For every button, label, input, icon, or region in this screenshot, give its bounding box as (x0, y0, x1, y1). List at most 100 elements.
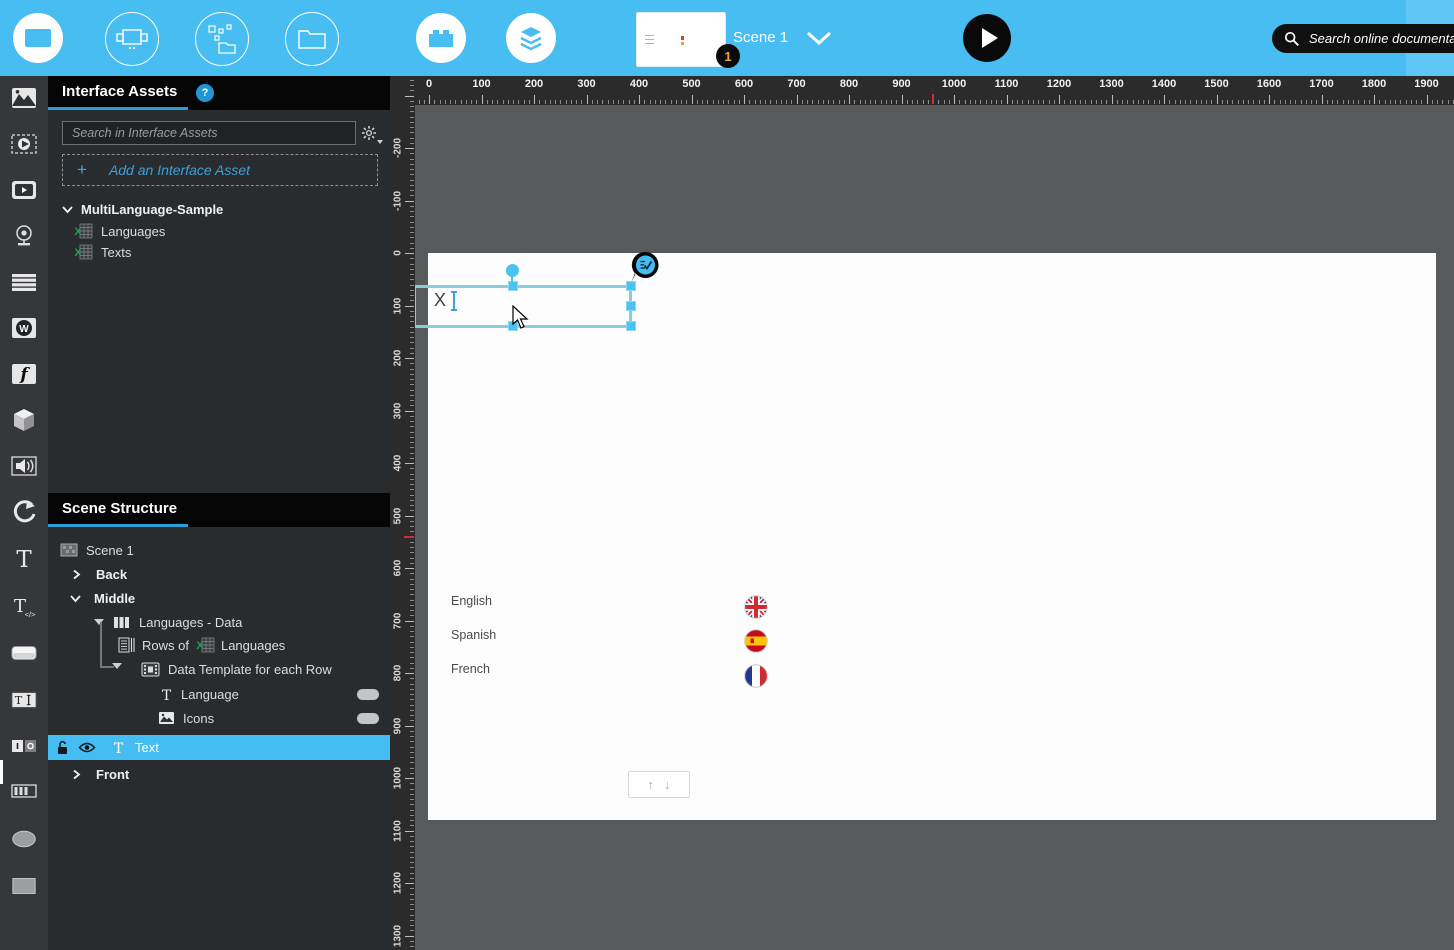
flag-spain-icon[interactable] (744, 629, 768, 653)
asset-webcam-button[interactable] (11, 223, 37, 249)
help-icon[interactable]: ? (196, 84, 214, 102)
asset-animation-button[interactable] (11, 499, 37, 525)
scene-thumbnail[interactable] (636, 12, 726, 67)
binding-pill[interactable] (357, 689, 379, 700)
ruler-tick (1374, 95, 1375, 104)
quick-actions-bubble[interactable] (630, 251, 661, 284)
ss-row-text-selected[interactable]: T Text (48, 735, 390, 760)
svg-text:T: T (15, 694, 23, 707)
ruler-tick (410, 484, 414, 485)
asset-text-document-button[interactable] (11, 269, 37, 295)
scenes-button[interactable] (195, 12, 249, 66)
ruler-tick (1054, 100, 1055, 104)
asset-ellipse-button[interactable] (11, 826, 37, 852)
canvas-pasteboard[interactable]: English Spanish French (415, 105, 1454, 950)
ruler-tick (410, 421, 414, 422)
asset-word-button[interactable]: W (11, 315, 37, 341)
ia-group-row[interactable]: MultiLanguage-Sample (48, 198, 404, 220)
eye-icon[interactable] (78, 741, 96, 754)
expander-triangle-icon[interactable] (94, 619, 104, 625)
scene-name-label[interactable]: Scene 1 (733, 29, 788, 46)
ruler-label: 1500 (1204, 78, 1228, 90)
ruler-tick (634, 100, 635, 104)
play-button[interactable] (963, 14, 1011, 62)
language-item-label[interactable]: English (451, 594, 492, 608)
text-element-content[interactable]: X (434, 290, 446, 311)
chevron-right-icon[interactable] (72, 769, 81, 780)
home-button[interactable] (13, 13, 63, 63)
flag-france-icon[interactable] (744, 664, 768, 688)
asset-3d-model-button[interactable] (11, 407, 37, 433)
online-doc-search-input[interactable] (1307, 30, 1454, 47)
handle-middle-right[interactable] (626, 301, 636, 311)
top-toolbar: 1 Scene 1 (0, 0, 1454, 76)
svg-text:X: X (74, 247, 82, 259)
flag-united-kingdom-icon[interactable] (744, 595, 768, 619)
ruler-tick (410, 274, 414, 275)
gear-dropdown-arrow-icon[interactable] (377, 140, 383, 144)
ss-row-scene[interactable]: Scene 1 (48, 538, 402, 562)
ss-row-back[interactable]: Back (48, 562, 414, 586)
thumb-flag-dot (681, 36, 684, 40)
language-item-label[interactable]: French (451, 662, 490, 676)
files-button[interactable] (285, 12, 339, 66)
asset-text-input-button[interactable]: T (11, 687, 37, 713)
ruler-tick (1421, 100, 1422, 104)
gear-icon[interactable] (361, 125, 377, 141)
asset-image-button[interactable] (11, 85, 37, 111)
ia-item-texts[interactable]: X Texts (48, 241, 416, 263)
interface-assets-underline (48, 107, 188, 110)
ruler-tick (410, 122, 414, 123)
asset-toggle-button[interactable] (11, 733, 37, 759)
ruler-label: 300 (577, 78, 595, 90)
online-doc-search[interactable] (1272, 24, 1454, 53)
experience-button[interactable] (105, 12, 159, 66)
asset-flash-button[interactable]: f (11, 361, 37, 387)
ss-row-middle[interactable]: Middle (48, 586, 412, 610)
handle-top-center[interactable] (508, 281, 518, 291)
scene-canvas[interactable]: English Spanish French (428, 253, 1436, 820)
ruler-tick (1096, 100, 1097, 104)
asset-rich-text-button[interactable]: T </> (11, 594, 37, 620)
ruler-tick (410, 505, 414, 506)
ruler-tick (410, 684, 414, 685)
binding-pill[interactable] (357, 713, 379, 724)
ruler-tick (410, 232, 414, 233)
ruler-tick (405, 358, 414, 359)
ruler-tick (410, 657, 414, 658)
asset-button-button[interactable] (11, 640, 37, 666)
chevron-down-icon[interactable] (62, 204, 73, 214)
interface-assets-button[interactable] (416, 13, 466, 63)
ruler-tick (410, 852, 414, 853)
interface-assets-search[interactable] (62, 121, 356, 145)
asset-rectangle-button[interactable] (11, 873, 37, 899)
ss-row-front[interactable]: Front (48, 762, 414, 786)
ruler-tick (518, 100, 519, 104)
interface-assets-search-input[interactable] (70, 125, 344, 141)
asset-text-button[interactable]: T (11, 546, 37, 572)
ss-row-languages-data[interactable]: Languages - Data (48, 610, 436, 634)
language-item-label[interactable]: Spanish (451, 628, 496, 642)
layers-button[interactable] (506, 13, 556, 63)
scene-dropdown-chevron-icon[interactable] (806, 31, 832, 46)
asset-audio-button[interactable] (11, 453, 37, 479)
ruler-label: 100 (472, 78, 490, 90)
ia-item-languages[interactable]: X Languages (48, 220, 416, 242)
add-interface-asset-button[interactable]: + Add an Interface Asset (62, 154, 378, 186)
asset-data-grid-button[interactable] (11, 778, 37, 804)
ruler-tick (807, 100, 808, 104)
scroll-down-icon[interactable]: ↓ (664, 777, 671, 792)
chevron-down-icon[interactable] (70, 593, 81, 603)
ss-rows-of-source-label: Languages (221, 638, 285, 653)
unlock-icon[interactable] (56, 740, 70, 755)
add-interface-asset-label: Add an Interface Asset (109, 162, 250, 178)
chevron-right-icon[interactable] (72, 569, 81, 580)
asset-video-player-button[interactable] (11, 177, 37, 203)
handle-bottom-right[interactable] (626, 321, 636, 331)
scroll-up-icon[interactable]: ↑ (648, 777, 655, 792)
ruler-tick (818, 100, 819, 104)
ruler-tick (410, 300, 414, 301)
list-scroll-control[interactable]: ↑ ↓ (628, 771, 690, 798)
asset-video-button[interactable] (11, 131, 37, 157)
ruler-tick (410, 316, 414, 317)
